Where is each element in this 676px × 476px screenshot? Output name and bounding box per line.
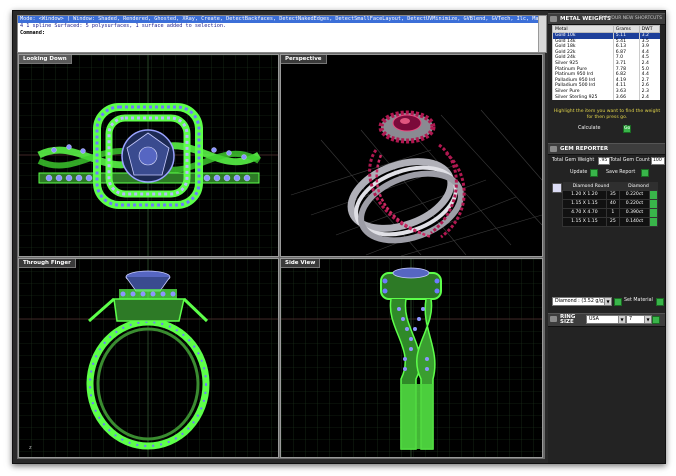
update-label: Update <box>570 170 588 175</box>
save-report-label: Save Report <box>606 170 636 175</box>
gem-reporter-header[interactable]: GEM REPORTER <box>548 143 665 155</box>
chevron-down-icon: ▼ <box>604 298 611 305</box>
ring-size-region-value: USA <box>589 317 599 322</box>
viewport-side-view[interactable]: Side View <box>280 258 543 458</box>
column-header: Diamond Round <box>562 182 620 191</box>
table-cell: 25 <box>605 217 620 227</box>
table-cell: 0.390ct <box>618 208 651 218</box>
side-view-canvas <box>281 259 542 457</box>
total-gem-weight-field[interactable]: .95 <box>598 157 610 165</box>
metal-weights-icon <box>550 16 557 22</box>
diamond-icon <box>552 183 562 193</box>
gem-row-select-button[interactable] <box>649 217 658 227</box>
total-gem-count-field[interactable]: 100 <box>651 157 665 165</box>
ring-size-value-select[interactable]: 7 ▼ <box>626 315 652 324</box>
table-cell: 40 <box>605 199 620 209</box>
gem-row-select-button[interactable] <box>649 199 658 209</box>
metal-weights-note: Highlight the item you want to find the … <box>553 109 661 120</box>
column-header: DWT <box>638 25 661 33</box>
set-material-button[interactable] <box>656 298 664 306</box>
looking-down-canvas <box>19 55 278 256</box>
table-cell: Silver Sterling 925 <box>552 94 614 101</box>
viewport-title[interactable]: Through Finger <box>19 259 76 268</box>
calculate-label: Calculate <box>578 126 601 131</box>
table-row[interactable]: 1.15 X 1.15 40 0.220ct <box>562 199 658 209</box>
rhino-matrix-window: Mode: <Window> ( Window: Shaded, Rendere… <box>12 10 666 464</box>
metal-weights-header[interactable]: METAL WEIGHTS TAP YOUR NEW SHORTCUTS <box>548 13 665 25</box>
svg-text:z: z <box>29 445 32 451</box>
viewport-looking-down[interactable]: Looking Down <box>18 54 279 257</box>
table-cell: 1.15 X 1.15 <box>562 199 607 209</box>
chevron-down-icon: ▼ <box>618 316 625 323</box>
table-cell: 0.140ct <box>618 217 651 227</box>
column-header: Grams <box>612 25 640 33</box>
command-history-line-1: Mode: <Window> ( Window: Shaded, Rendere… <box>18 16 546 23</box>
update-button[interactable] <box>590 169 598 177</box>
column-header: Diamond <box>619 182 658 191</box>
calculate-go-button[interactable]: Go <box>623 125 631 133</box>
material-go-button[interactable] <box>614 298 622 306</box>
column-header: Metal <box>552 25 614 33</box>
ring-size-value: 7 <box>629 317 633 322</box>
material-select[interactable]: Diamond : (3.52 g/g) ▼ <box>552 297 612 306</box>
table-row[interactable]: 4.70 X 4.70 1 0.390ct <box>562 208 658 218</box>
table-cell: 0.220ct <box>618 199 651 209</box>
command-history-area[interactable]: Mode: <Window> ( Window: Shaded, Rendere… <box>17 15 547 53</box>
viewport-title[interactable]: Side View <box>281 259 321 268</box>
gem-row-select-button[interactable] <box>649 190 658 200</box>
set-material-label: Set Material <box>624 298 653 303</box>
total-gem-weight-label: Total Gem Weight <box>552 158 595 163</box>
viewport-title[interactable]: Perspective <box>281 55 327 64</box>
table-header-row: Metal Grams DWT <box>552 25 661 33</box>
table-cell: 0.220ct <box>618 190 651 200</box>
perspective-canvas <box>281 55 542 256</box>
table-row[interactable]: 1.20 X 1.20 35 0.220ct <box>562 190 658 200</box>
gem-row-select-button[interactable] <box>649 208 658 218</box>
viewport-grid: Looking Down Perspective z Through Finge… <box>17 53 545 459</box>
ring-size-go-button[interactable] <box>652 316 660 324</box>
material-selected-value: Diamond : (3.52 g/g) <box>555 299 605 304</box>
side-panel: METAL WEIGHTS TAP YOUR NEW SHORTCUTS Met… <box>548 11 665 463</box>
ring-size-region-select[interactable]: USA ▼ <box>586 315 626 324</box>
table-cell: 3.66 <box>612 94 640 101</box>
table-cell: 1.20 X 1.20 <box>562 190 607 200</box>
table-header-row: Diamond Round Diamond <box>562 182 658 191</box>
gem-reporter-icon <box>550 146 557 152</box>
command-prompt[interactable]: Command: <box>18 30 546 37</box>
table-row[interactable]: 1.15 X 1.15 25 0.140ct <box>562 217 658 227</box>
total-gem-count-label: Total Gem Count <box>610 158 650 163</box>
viewport-perspective[interactable]: Perspective <box>280 54 543 257</box>
table-cell: 2.4 <box>638 94 660 101</box>
table-cell: 1.15 X 1.15 <box>562 217 607 227</box>
viewport-through-finger[interactable]: z Through Finger <box>18 258 279 458</box>
table-cell: 1 <box>605 208 620 218</box>
chevron-down-icon: ▼ <box>644 316 651 323</box>
table-cell: 35 <box>605 190 620 200</box>
ring-size-icon <box>550 316 557 322</box>
table-cell: 4.70 X 4.70 <box>562 208 607 218</box>
gem-list-table: Diamond Round Diamond 1.20 X 1.20 35 0.220… <box>562 182 658 227</box>
command-history-line-2: 4 1 spline Surfaced: 5 polysurfaces, 1 s… <box>20 23 227 29</box>
through-finger-canvas: z <box>19 259 278 457</box>
command-scrollbar[interactable] <box>538 16 546 52</box>
viewport-title[interactable]: Looking Down <box>19 55 72 64</box>
save-report-button[interactable] <box>641 169 649 177</box>
table-row[interactable]: Silver Sterling 925 3.66 2.4 <box>552 94 660 101</box>
metal-weights-table: Metal Grams DWT Gold 10k 5.11 3.2 Gold 14k 5… <box>552 25 661 101</box>
